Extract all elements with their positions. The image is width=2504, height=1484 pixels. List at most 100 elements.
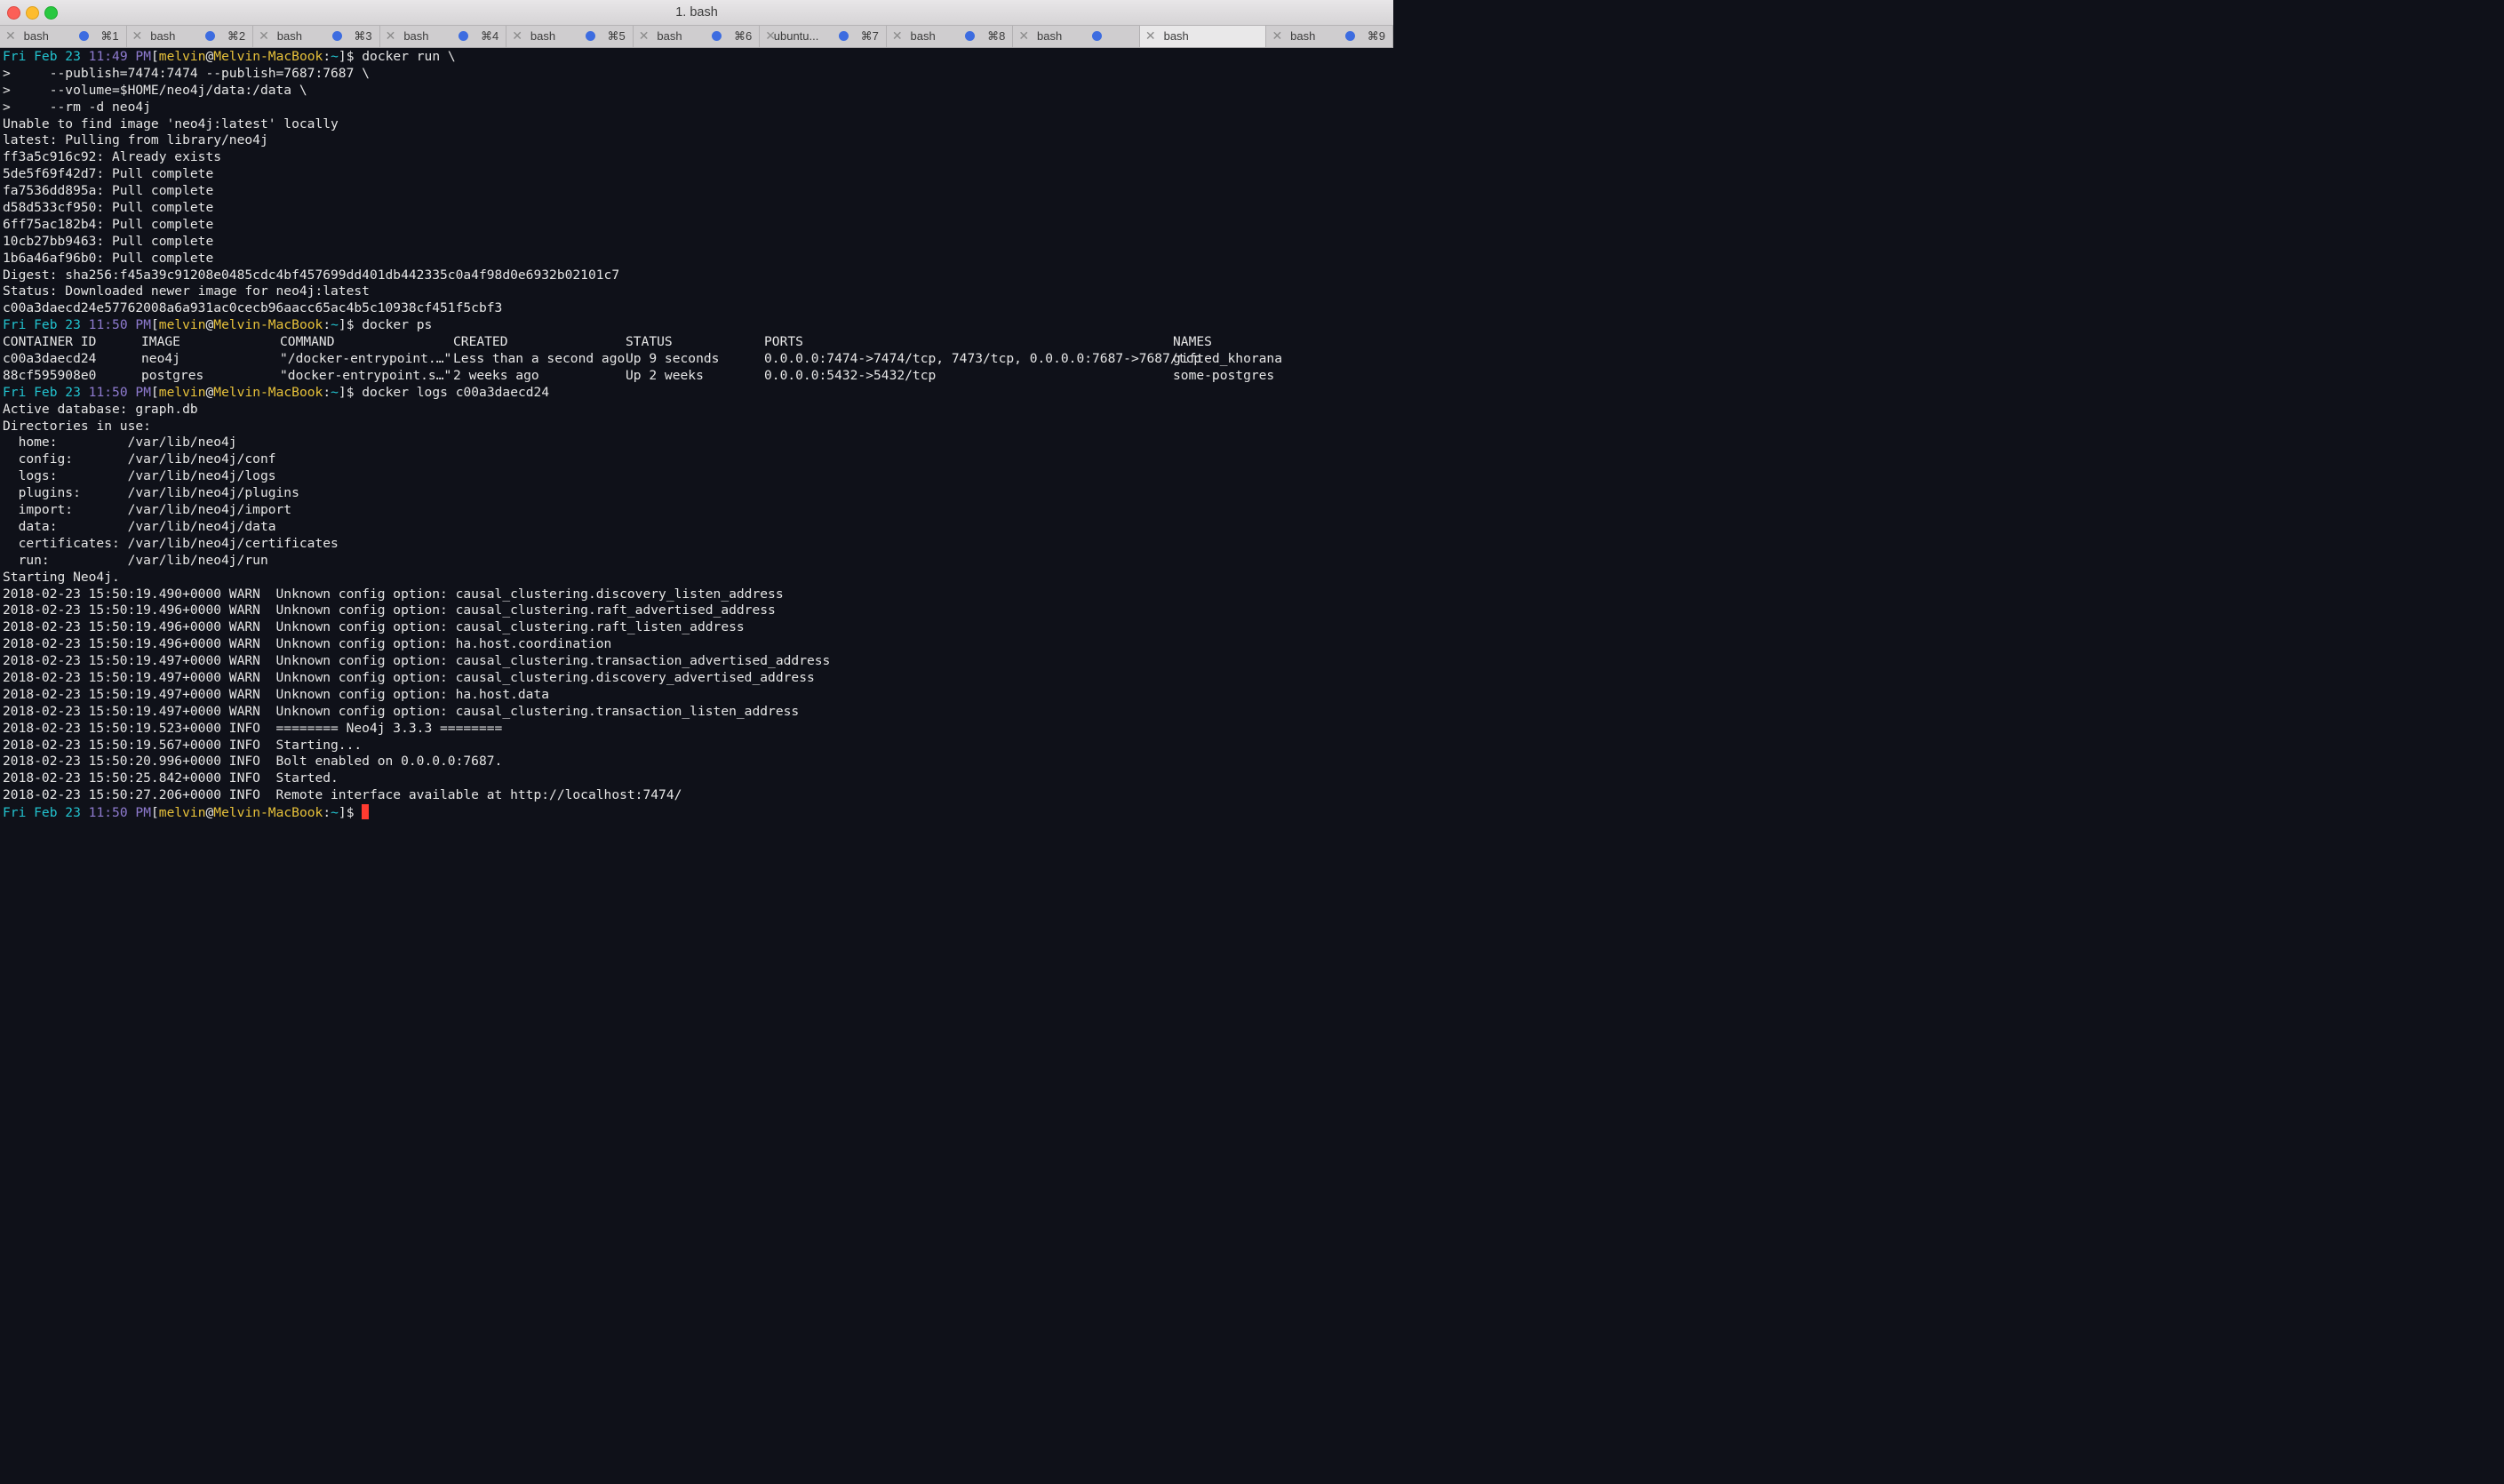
tab-7[interactable]: ✕ ubuntu... ⌘7 xyxy=(760,26,887,47)
tab-shortcut: ⌘9 xyxy=(1367,29,1386,43)
ps-header-cell: NAMES xyxy=(1173,334,1212,350)
activity-dot-icon xyxy=(965,31,976,41)
ps-header-cell: PORTS xyxy=(764,334,803,350)
prompt-open-bracket: [ xyxy=(150,805,159,821)
ps-cell: Up 2 weeks xyxy=(626,367,704,383)
output-line: import: /var/lib/neo4j/import xyxy=(3,502,292,518)
tab-11[interactable]: ✕ bash ⌘9 xyxy=(1266,26,1394,47)
output-line: 5de5f69f42d7: Pull complete xyxy=(3,166,214,182)
prompt-host: Melvin-MacBook xyxy=(213,317,323,333)
output-line: Unable to find image 'neo4j:latest' loca… xyxy=(3,116,339,132)
prompt-user: melvin xyxy=(158,384,206,400)
tab-label: bash xyxy=(403,29,429,43)
output-line: 2018-02-23 15:50:20.996+0000 INFO Bolt e… xyxy=(3,754,503,770)
output-line: logs: /var/lib/neo4j/logs xyxy=(3,468,276,484)
prompt-close: ]$ xyxy=(338,49,363,64)
ps-cell: 0.0.0.0:7474->7474/tcp, 7473/tcp, 0.0.0.… xyxy=(764,351,1202,367)
ps-header-cell: COMMAND xyxy=(280,334,335,350)
tab-label: ubuntu... xyxy=(773,29,819,43)
prompt-line: Fri Feb 23 11:50 PM[melvin@Melvin-MacBoo… xyxy=(3,804,1393,821)
tab-9[interactable]: ✕ bash xyxy=(1013,26,1140,47)
ps-cell: gifted_khorana xyxy=(1173,351,1283,367)
ps-cell: "/docker-entrypoint.…" xyxy=(280,351,452,367)
tab-1[interactable]: ✕ bash ⌘1 xyxy=(0,26,127,47)
prompt-path: ~ xyxy=(331,49,339,64)
tab-shortcut: ⌘8 xyxy=(987,29,1006,43)
output-line: > --volume=$HOME/neo4j/data:/data \ xyxy=(3,82,307,98)
activity-dot-icon xyxy=(712,31,722,41)
prompt-colon: : xyxy=(323,49,331,64)
output-line: 2018-02-23 15:50:19.490+0000 WARN Unknow… xyxy=(3,586,784,602)
tab-3[interactable]: ✕ bash ⌘3 xyxy=(253,26,380,47)
tab-5[interactable]: ✕ bash ⌘5 xyxy=(506,26,634,47)
tab-2[interactable]: ✕ bash ⌘2 xyxy=(127,26,254,47)
output-line: 2018-02-23 15:50:19.523+0000 INFO ======… xyxy=(3,720,503,736)
prompt-line: Fri Feb 23 11:50 PM[melvin@Melvin-MacBoo… xyxy=(3,317,1393,334)
prompt-colon: : xyxy=(323,805,331,821)
prompt-time: 11:49 xyxy=(88,49,128,64)
output-line: 2018-02-23 15:50:19.497+0000 WARN Unknow… xyxy=(3,703,800,719)
tab-4[interactable]: ✕ bash ⌘4 xyxy=(380,26,507,47)
ps-cell: Less than a second ago xyxy=(453,351,626,367)
terminal-output[interactable]: Fri Feb 23 11:49 PM[melvin@Melvin-MacBoo… xyxy=(0,49,1393,826)
ps-row: c00a3daecd24 neo4j "/docker-entrypoint.…" L… xyxy=(3,351,1393,368)
output-line: 2018-02-23 15:50:27.206+0000 INFO Remote… xyxy=(3,787,682,803)
prompt-command: docker ps xyxy=(362,317,433,333)
ps-header-cell: CONTAINER ID xyxy=(3,334,97,350)
output-line: data: /var/lib/neo4j/data xyxy=(3,518,276,534)
ps-cell: 0.0.0.0:5432->5432/tcp xyxy=(764,367,937,383)
ps-header-cell: STATUS xyxy=(626,334,673,350)
activity-dot-icon xyxy=(78,31,89,41)
tab-8[interactable]: ✕ bash ⌘8 xyxy=(887,26,1014,47)
prompt-ampm: PM xyxy=(135,805,151,821)
prompt-open-bracket: [ xyxy=(150,317,159,333)
output-line: 2018-02-23 15:50:19.497+0000 WARN Unknow… xyxy=(3,686,550,702)
ps-header-row: CONTAINER ID IMAGE COMMAND CREATED STATUS POR… xyxy=(3,334,1393,351)
ps-header-cell: IMAGE xyxy=(141,334,180,350)
output-line: 2018-02-23 15:50:19.497+0000 WARN Unknow… xyxy=(3,669,815,685)
activity-dot-icon xyxy=(585,31,595,41)
ps-cell: 2 weeks ago xyxy=(453,367,539,383)
tab-shortcut: ⌘2 xyxy=(227,29,246,43)
output-line: run: /var/lib/neo4j/run xyxy=(3,552,268,568)
prompt-at: @ xyxy=(205,49,214,64)
prompt-close: ]$ xyxy=(338,384,363,400)
tab-label: bash xyxy=(1290,29,1316,43)
tab-6[interactable]: ✕ bash ⌘6 xyxy=(634,26,761,47)
prompt-day: Fri Feb 23 xyxy=(3,384,81,400)
output-line: c00a3daecd24e57762008a6a931ac0cecb96aacc… xyxy=(3,300,503,316)
prompt-line: Fri Feb 23 11:49 PM[melvin@Melvin-MacBoo… xyxy=(3,49,1393,66)
output-line: config: /var/lib/neo4j/conf xyxy=(3,451,276,467)
tab-shortcut: ⌘3 xyxy=(354,29,372,43)
prompt-path: ~ xyxy=(331,384,339,400)
tab-shortcut: ⌘1 xyxy=(100,29,119,43)
prompt-time: 11:50 xyxy=(88,317,128,333)
output-line: > --publish=7474:7474 --publish=7687:768… xyxy=(3,65,370,81)
text-cursor xyxy=(362,804,370,820)
tab-label: bash xyxy=(1037,29,1063,43)
activity-dot-icon xyxy=(331,31,342,41)
tab-10[interactable]: ✕ bash xyxy=(1139,26,1267,47)
prompt-day: Fri Feb 23 xyxy=(3,49,81,64)
prompt-host: Melvin-MacBook xyxy=(213,384,323,400)
tab-shortcut: ⌘4 xyxy=(480,29,499,43)
title-bar[interactable]: 1. bash xyxy=(0,0,1393,26)
output-line: 2018-02-23 15:50:25.842+0000 INFO Starte… xyxy=(3,770,339,786)
tab-shortcut: ⌘5 xyxy=(607,29,626,43)
output-line: 2018-02-23 15:50:19.497+0000 WARN Unknow… xyxy=(3,653,831,669)
prompt-host: Melvin-MacBook xyxy=(213,49,323,64)
activity-dot-icon xyxy=(205,31,216,41)
output-line: Directories in use: xyxy=(3,418,151,434)
output-line: 2018-02-23 15:50:19.496+0000 WARN Unknow… xyxy=(3,619,745,635)
output-line: > --rm -d neo4j xyxy=(3,99,151,115)
prompt-close: ]$ xyxy=(338,317,363,333)
tab-label: bash xyxy=(910,29,936,43)
activity-dot-icon xyxy=(1091,31,1102,41)
terminal-window: 1. bash ✕ bash ⌘1 ✕ bash ⌘2 ✕ bash ⌘3 ✕ bash ⌘4 ✕ bas… xyxy=(0,0,1394,826)
output-line: Status: Downloaded newer image for neo4j… xyxy=(3,283,370,299)
output-line: 10cb27bb9463: Pull complete xyxy=(3,233,214,249)
output-line: d58d533cf950: Pull complete xyxy=(3,200,214,216)
prompt-at: @ xyxy=(205,805,214,821)
